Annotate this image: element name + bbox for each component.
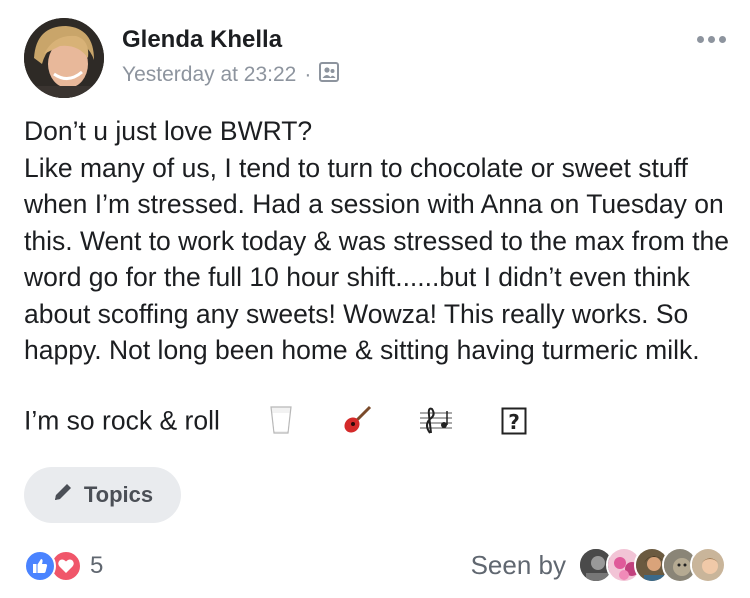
post-header: Glenda Khella Yesterday at 23:22 · xyxy=(24,18,726,98)
topics-label: Topics xyxy=(83,482,154,507)
topics-button[interactable]: Topics xyxy=(24,467,181,523)
author-avatar[interactable] xyxy=(24,18,104,98)
like-reaction-icon xyxy=(24,550,56,582)
post-meta: Yesterday at 23:22 · xyxy=(122,62,340,88)
post-paragraph: Like many of us, I tend to turn to choco… xyxy=(24,150,734,445)
post-footer: 5 Seen by xyxy=(24,546,726,586)
viewer-avatar xyxy=(690,547,726,583)
musical-score-emoji xyxy=(376,369,453,445)
reaction-count: 5 xyxy=(90,552,104,579)
seen-by-avatars[interactable] xyxy=(578,547,726,583)
more-options-icon[interactable] xyxy=(697,36,726,43)
post-body: Don’t u just love BWRT? Like many of us,… xyxy=(24,113,734,445)
unknown-glyph: ? xyxy=(456,371,527,445)
seen-by-label[interactable]: Seen by xyxy=(471,550,566,581)
author-name[interactable]: Glenda Khella xyxy=(122,26,282,54)
friends-icon xyxy=(319,62,340,88)
post-timestamp[interactable]: Yesterday at 23:22 xyxy=(122,63,296,87)
reactions-summary[interactable]: 5 xyxy=(24,550,103,582)
svg-text:?: ? xyxy=(508,410,520,434)
meta-separator: · xyxy=(304,63,312,86)
guitar-emoji xyxy=(298,369,372,445)
post-paragraph: Don’t u just love BWRT? xyxy=(24,116,313,146)
pencil-icon xyxy=(52,481,74,509)
milk-glass-emoji xyxy=(224,369,294,445)
